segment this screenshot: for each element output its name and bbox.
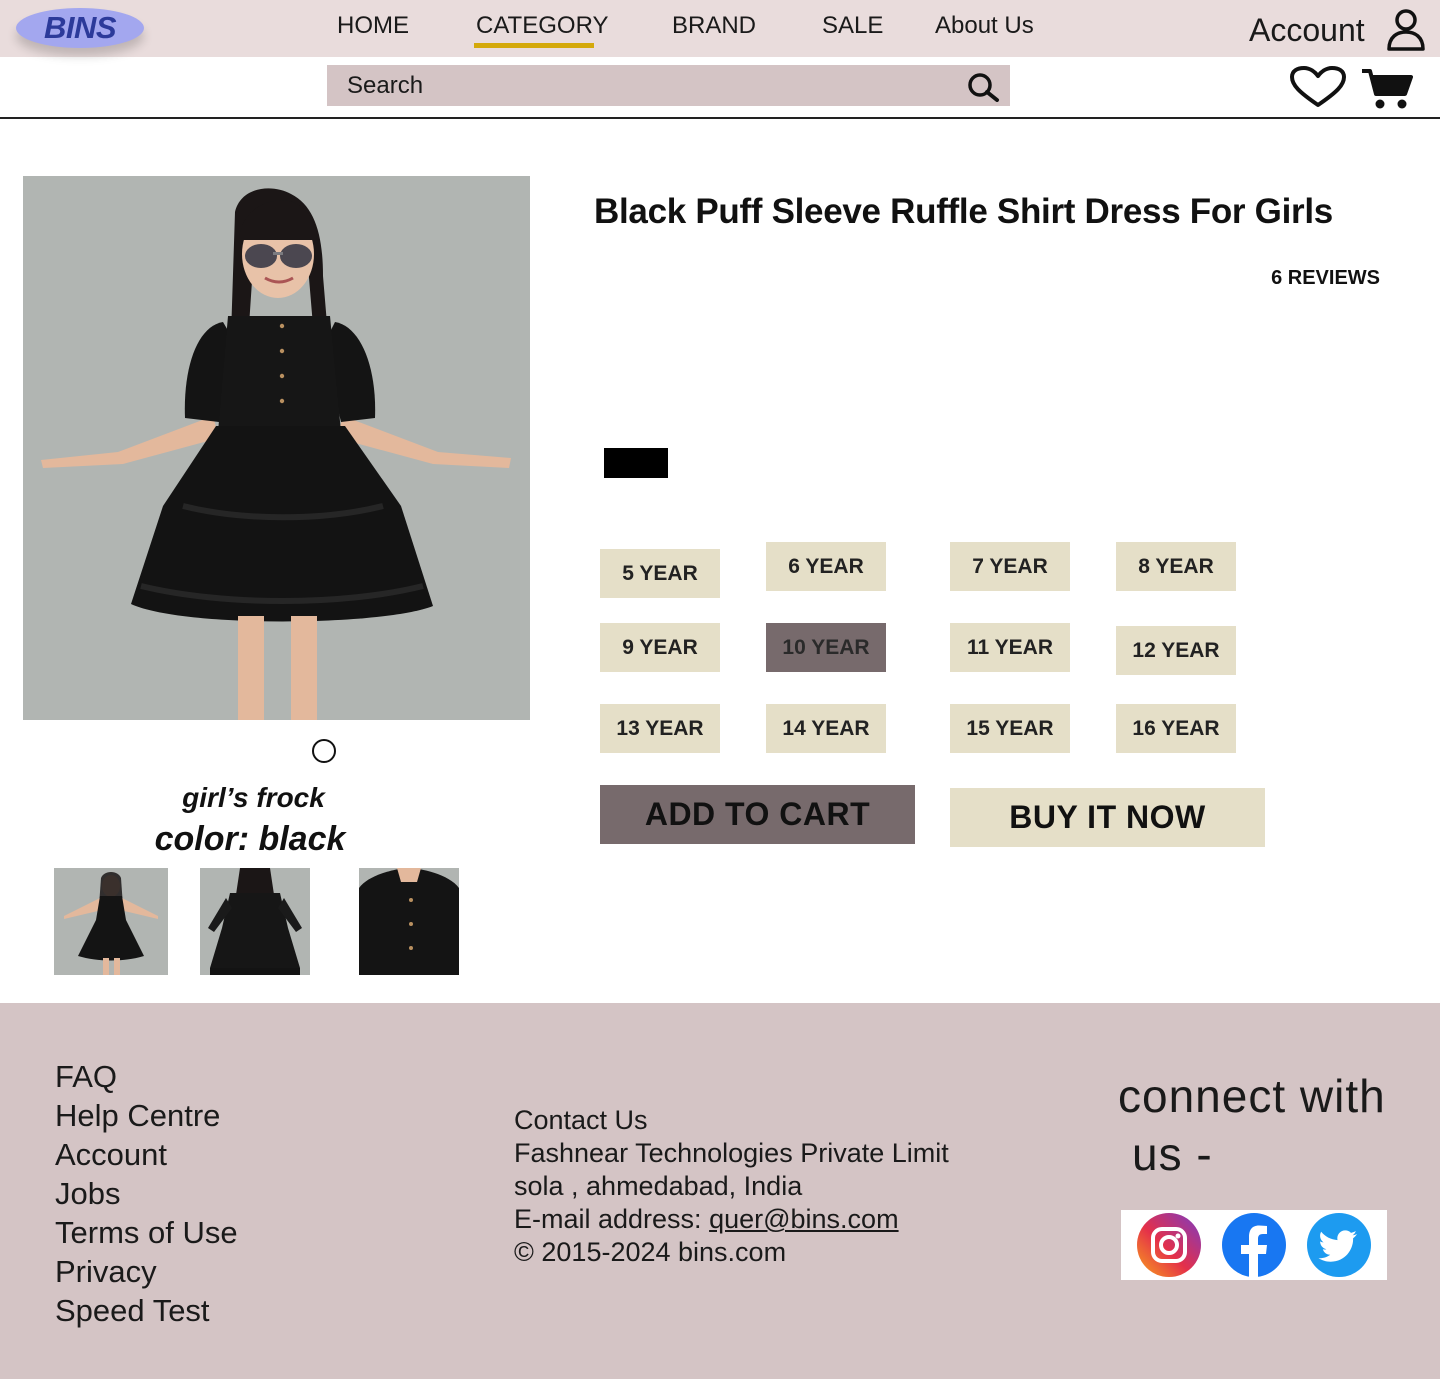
footer-link-faq[interactable]: FAQ (55, 1057, 238, 1096)
nav-category[interactable]: CATEGORY (476, 12, 608, 40)
product-color-caption: color: black (154, 820, 346, 858)
footer-link-terms[interactable]: Terms of Use (55, 1213, 238, 1252)
nav-about-us[interactable]: About Us (935, 12, 1034, 40)
size-option[interactable]: 15 YEAR (950, 704, 1070, 753)
social-links (1121, 1210, 1387, 1280)
contact-block: Contact Us Fashnear Technologies Private… (514, 1104, 949, 1269)
email-link[interactable]: quer@bins.com (709, 1204, 899, 1234)
twitter-icon[interactable] (1306, 1212, 1372, 1278)
cart-icon[interactable] (1361, 68, 1413, 110)
size-option[interactable]: 14 YEAR (766, 704, 886, 753)
brand-logo[interactable]: BINS (16, 8, 144, 48)
email-label: E-mail address: (514, 1204, 710, 1234)
contact-company: Fashnear Technologies Private Limit (514, 1138, 949, 1168)
product-title: Black Puff Sleeve Ruffle Shirt Dress For… (594, 192, 1333, 231)
top-nav-bar: BINS HOME CATEGORY BRAND SALE About Us A… (0, 0, 1440, 57)
footer: FAQ Help Centre Account Jobs Terms of Us… (0, 1003, 1440, 1379)
search-icon[interactable] (966, 72, 1000, 102)
footer-link-help-centre[interactable]: Help Centre (55, 1096, 238, 1135)
connect-heading: connect with us - (1118, 1067, 1386, 1183)
nav-home[interactable]: HOME (337, 12, 409, 40)
product-main-image[interactable] (23, 176, 530, 720)
user-icon[interactable] (1385, 7, 1427, 51)
thumbnail-3[interactable] (359, 868, 459, 975)
footer-link-account[interactable]: Account (55, 1135, 238, 1174)
connect-line-1: connect with (1118, 1070, 1386, 1122)
header-divider (0, 117, 1440, 119)
size-option[interactable]: 16 YEAR (1116, 704, 1236, 753)
footer-link-speed-test[interactable]: Speed Test (55, 1291, 238, 1330)
brand-logo-text: BINS (43, 10, 117, 45)
nav-sale[interactable]: SALE (822, 12, 883, 40)
size-option[interactable]: 6 YEAR (766, 542, 886, 591)
product-type-text: girl’s frock (182, 782, 325, 813)
size-option[interactable]: 13 YEAR (600, 704, 720, 753)
connect-line-2: us - (1132, 1128, 1213, 1180)
contact-email-line: E-mail address: quer@bins.com (514, 1203, 949, 1236)
copyright: © 2015-2024 bins.com (514, 1237, 787, 1267)
heart-icon[interactable] (1289, 66, 1347, 108)
contact-heading: Contact Us (514, 1105, 648, 1135)
instagram-icon[interactable] (1136, 1212, 1202, 1278)
carousel-dot[interactable] (312, 739, 336, 763)
size-option-selected[interactable]: 10 YEAR (766, 623, 886, 672)
contact-address: sola , ahmedabad, India (514, 1171, 803, 1201)
nav-active-indicator (474, 43, 594, 48)
color-swatch-black[interactable] (604, 448, 668, 478)
thumbnail-2[interactable] (200, 868, 310, 975)
footer-link-privacy[interactable]: Privacy (55, 1252, 238, 1291)
account-link[interactable]: Account (1249, 12, 1365, 49)
nav-brand[interactable]: BRAND (672, 12, 756, 40)
search-input[interactable] (327, 71, 927, 100)
size-option[interactable]: 5 YEAR (600, 549, 720, 598)
buy-now-button[interactable]: BUY IT NOW (950, 788, 1265, 847)
product-type-caption: girl’s frock (0, 782, 507, 814)
size-option[interactable]: 12 YEAR (1116, 626, 1236, 675)
add-to-cart-button[interactable]: ADD TO CART (600, 785, 915, 844)
facebook-icon[interactable] (1221, 1212, 1287, 1278)
footer-links: FAQ Help Centre Account Jobs Terms of Us… (55, 1057, 238, 1330)
size-option[interactable]: 7 YEAR (950, 542, 1070, 591)
thumbnail-1[interactable] (54, 868, 168, 975)
footer-link-jobs[interactable]: Jobs (55, 1174, 238, 1213)
size-option[interactable]: 9 YEAR (600, 623, 720, 672)
size-option[interactable]: 11 YEAR (950, 623, 1070, 672)
size-option[interactable]: 8 YEAR (1116, 542, 1236, 591)
reviews-link[interactable]: 6 REVIEWS (1271, 267, 1380, 290)
search-bar (327, 65, 1010, 106)
